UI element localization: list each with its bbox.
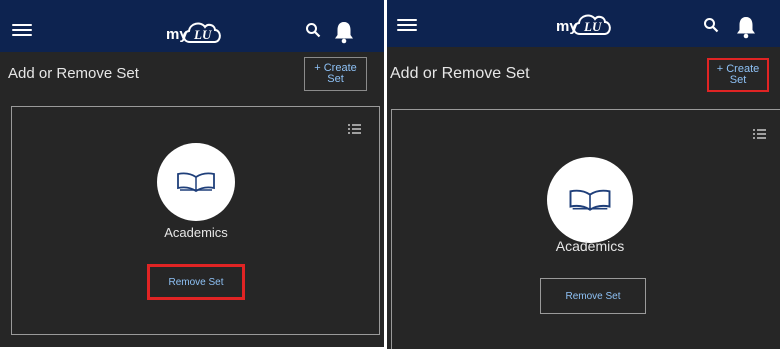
menu-icon[interactable] — [397, 17, 417, 33]
top-navigation-bar: my LU — [0, 0, 384, 52]
top-navigation-bar: my LU — [387, 0, 780, 47]
book-icon — [569, 189, 611, 211]
create-set-label-line2: Set — [729, 74, 747, 86]
bell-icon[interactable] — [735, 15, 757, 39]
left-screen: my LU Add or Remove Set + Create Set Aca… — [0, 0, 384, 347]
logo-text: my — [556, 18, 578, 35]
mylu-logo[interactable]: my LU — [554, 9, 618, 39]
logo-mark: LU — [583, 19, 602, 34]
right-screen: my LU Add or Remove Set + Create Set Aca… — [387, 0, 780, 349]
set-icon-circle — [547, 157, 633, 243]
remove-set-button[interactable]: Remove Set — [147, 264, 245, 300]
set-card: Academics Remove Set — [391, 109, 780, 349]
logo-text: my — [166, 26, 188, 43]
page-title: Add or Remove Set — [8, 65, 139, 82]
bell-icon[interactable] — [333, 20, 355, 44]
remove-set-button[interactable]: Remove Set — [540, 278, 646, 314]
search-icon[interactable] — [305, 22, 321, 38]
search-icon[interactable] — [703, 17, 719, 33]
set-card: Academics Remove Set — [11, 106, 380, 335]
set-icon-circle — [157, 143, 235, 221]
mylu-logo[interactable]: my LU — [164, 17, 228, 47]
logo-mark: LU — [193, 27, 212, 42]
list-view-icon[interactable] — [753, 129, 766, 139]
set-name: Academics — [164, 225, 228, 240]
create-set-label-line2: Set — [327, 73, 344, 85]
book-icon — [177, 172, 215, 193]
create-set-button[interactable]: + Create Set — [707, 58, 769, 92]
create-set-button[interactable]: + Create Set — [304, 57, 367, 91]
set-name: Academics — [555, 238, 625, 254]
list-view-icon[interactable] — [348, 124, 361, 134]
page-title: Add or Remove Set — [390, 65, 530, 82]
menu-icon[interactable] — [12, 22, 32, 38]
